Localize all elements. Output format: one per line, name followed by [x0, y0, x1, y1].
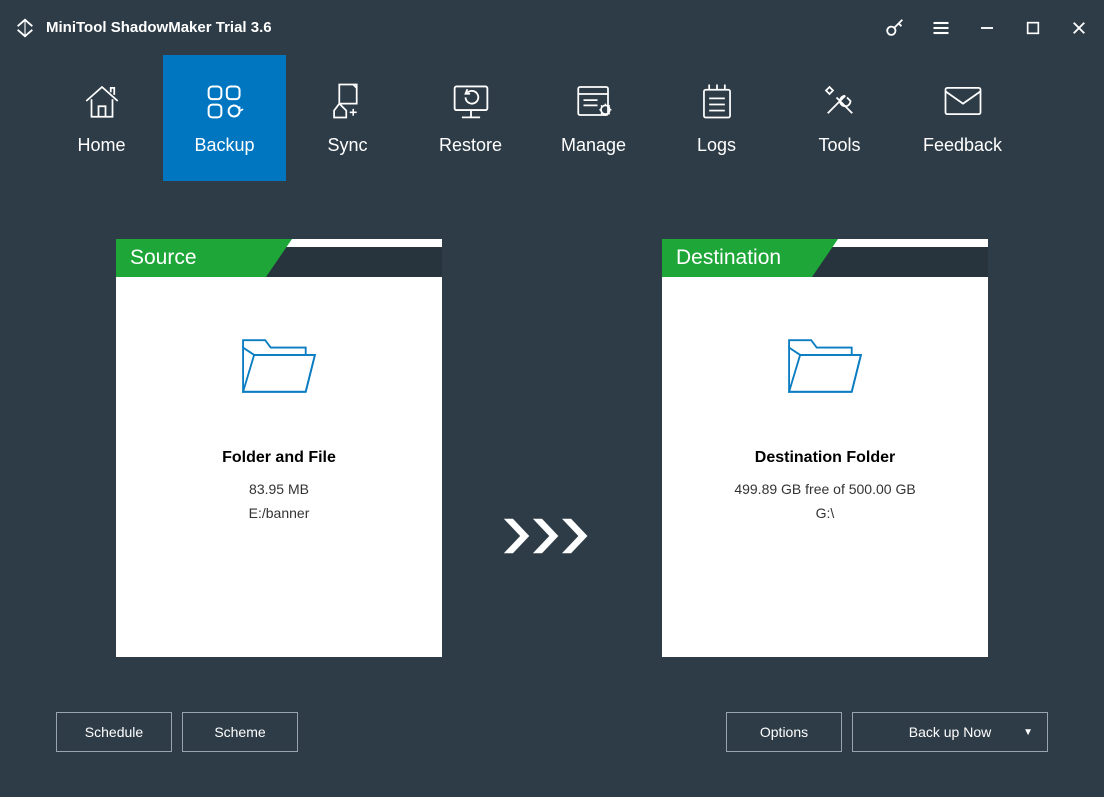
bottom-row: Schedule Scheme Options Back up Now ▼	[56, 712, 1048, 752]
scheme-button[interactable]: Scheme	[182, 712, 298, 752]
close-icon[interactable]	[1068, 17, 1090, 39]
source-header-label: Source	[116, 239, 266, 277]
destination-card[interactable]: Destination Destination Folder 499.89 GB…	[662, 239, 988, 657]
menu-icon[interactable]	[930, 17, 952, 39]
chevron-down-icon: ▼	[1023, 727, 1033, 738]
destination-title: Destination Folder	[755, 449, 895, 467]
nav-label: Home	[77, 135, 125, 156]
arrows-icon	[502, 515, 602, 562]
destination-free: 499.89 GB free of 500.00 GB	[734, 481, 915, 497]
destination-path: G:\	[816, 505, 835, 521]
nav-logs[interactable]: Logs	[655, 55, 778, 181]
nav-feedback[interactable]: Feedback	[901, 55, 1024, 181]
nav-label: Logs	[697, 135, 736, 156]
nav-manage[interactable]: Manage	[532, 55, 655, 181]
nav-label: Backup	[194, 135, 254, 156]
titlebar-actions	[884, 17, 1090, 39]
nav-restore[interactable]: Restore	[409, 55, 532, 181]
navbar: Home Backup Sync Restore	[0, 55, 1104, 181]
app-logo-icon	[14, 17, 36, 39]
titlebar: MiniTool ShadowMaker Trial 3.6	[0, 0, 1104, 55]
source-card-body: Folder and File 83.95 MB E:/banner	[116, 277, 442, 529]
source-size: 83.95 MB	[249, 481, 309, 497]
folder-icon	[237, 331, 321, 401]
options-button[interactable]: Options	[726, 712, 842, 752]
nav-label: Feedback	[923, 135, 1002, 156]
main-area: Source Folder and File 83.95 MB E:/banne…	[0, 181, 1104, 797]
destination-header-label: Destination	[662, 239, 812, 277]
feedback-icon	[942, 81, 984, 121]
backup-now-button[interactable]: Back up Now ▼	[852, 712, 1048, 752]
backup-icon	[203, 81, 247, 121]
nav-sync[interactable]: Sync	[286, 55, 409, 181]
card-header-dark	[266, 239, 442, 277]
nav-home[interactable]: Home	[40, 55, 163, 181]
nav-label: Manage	[561, 135, 626, 156]
backup-now-label: Back up Now	[909, 724, 991, 740]
manage-icon	[573, 81, 615, 121]
cards-row: Source Folder and File 83.95 MB E:/banne…	[0, 239, 1104, 657]
tools-icon	[819, 81, 861, 121]
window-title: MiniTool ShadowMaker Trial 3.6	[46, 19, 884, 36]
minimize-icon[interactable]	[976, 17, 998, 39]
nav-backup[interactable]: Backup	[163, 55, 286, 181]
schedule-button[interactable]: Schedule	[56, 712, 172, 752]
destination-card-body: Destination Folder 499.89 GB free of 500…	[662, 277, 988, 529]
card-header-dark	[812, 239, 988, 277]
card-header: Source	[116, 239, 442, 277]
source-title: Folder and File	[222, 449, 336, 467]
card-header: Destination	[662, 239, 988, 277]
source-path: E:/banner	[249, 505, 310, 521]
sync-icon	[330, 81, 366, 121]
nav-tools[interactable]: Tools	[778, 55, 901, 181]
nav-label: Sync	[327, 135, 367, 156]
folder-icon	[783, 331, 867, 401]
home-icon	[81, 81, 123, 121]
restore-icon	[449, 81, 493, 121]
maximize-icon[interactable]	[1022, 17, 1044, 39]
key-icon[interactable]	[884, 17, 906, 39]
nav-label: Tools	[818, 135, 860, 156]
nav-label: Restore	[439, 135, 502, 156]
logs-icon	[698, 81, 736, 121]
source-card[interactable]: Source Folder and File 83.95 MB E:/banne…	[116, 239, 442, 657]
